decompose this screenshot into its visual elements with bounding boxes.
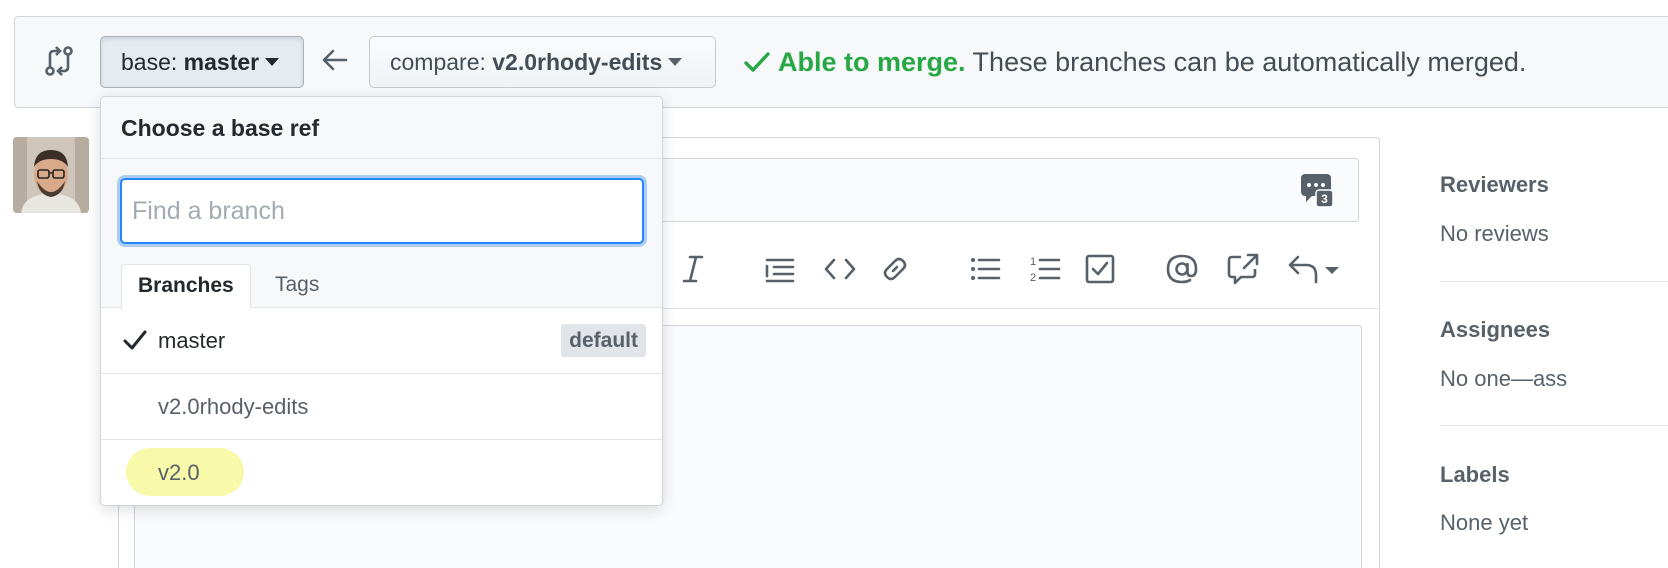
svg-text:1: 1 [1030,256,1036,268]
merge-status-strong: Able to merge. [778,47,966,77]
branch-filter-input[interactable] [120,178,644,244]
dropdown-filter-container [101,159,662,253]
caret-down-icon [265,57,280,66]
check-icon [744,52,770,72]
default-badge: default [561,324,646,357]
avatar[interactable] [13,137,89,213]
code-icon[interactable] [823,252,857,286]
branch-item-v2-0rhody-edits[interactable]: v2.0rhody-edits [101,374,662,440]
merge-status-detail: These branches can be automatically merg… [965,47,1527,77]
italic-icon[interactable] [676,252,710,286]
base-prefix-label: base: [121,49,184,75]
reviewers-value: No reviews [1440,221,1549,246]
caret-down-icon [668,57,683,66]
branch-item-master[interactable]: master default [101,308,662,374]
arrow-left-icon [322,49,348,71]
link-icon[interactable] [878,252,912,286]
tab-branches[interactable]: Branches [121,264,251,309]
base-branch-name: master [183,49,260,75]
svg-text:2: 2 [1030,272,1036,284]
base-ref-dropdown: Choose a base ref Branches Tags master d… [100,96,663,506]
user-avatar-image [13,137,89,213]
assignees-heading[interactable]: Assignees [1440,317,1550,343]
saved-replies-count: 3 [1321,192,1328,206]
pr-title-input[interactable] [630,158,1359,222]
branch-item-label: v2.0rhody-edits [158,394,309,419]
task-list-icon[interactable] [1083,252,1117,286]
merge-status: Able to merge. These branches can be aut… [744,44,1526,80]
labels-heading[interactable]: Labels [1440,462,1510,488]
tab-tags[interactable]: Tags [259,264,335,309]
reply-icon[interactable] [1287,252,1343,286]
cross-reference-icon[interactable] [1226,252,1260,286]
mention-icon[interactable] [1165,252,1199,286]
base-branch-button[interactable]: base: master [100,36,304,88]
saved-replies-icon[interactable]: 3 [1300,172,1334,208]
sidebar-divider [1440,425,1668,426]
git-compare-icon [45,46,73,76]
dropdown-title: Choose a base ref [101,97,662,159]
labels-value: None yet [1440,510,1529,535]
sidebar-divider [1440,281,1668,282]
branch-item-label: master [158,328,226,353]
bulleted-list-icon[interactable] [968,252,1002,286]
compare-branch-name: v2.0rhody-edits [492,49,663,75]
compare-prefix-label: compare: [390,49,493,75]
branch-item-label: v2.0 [158,460,200,485]
dropdown-tabs: Branches Tags [101,253,662,309]
assignees-value: No one—ass [1440,366,1568,391]
quote-icon[interactable] [763,252,797,286]
compare-branch-button[interactable]: compare: v2.0rhody-edits [369,36,716,88]
check-icon [123,330,147,350]
numbered-list-icon[interactable]: 1 2 [1028,252,1062,286]
reviewers-heading[interactable]: Reviewers [1440,172,1549,198]
